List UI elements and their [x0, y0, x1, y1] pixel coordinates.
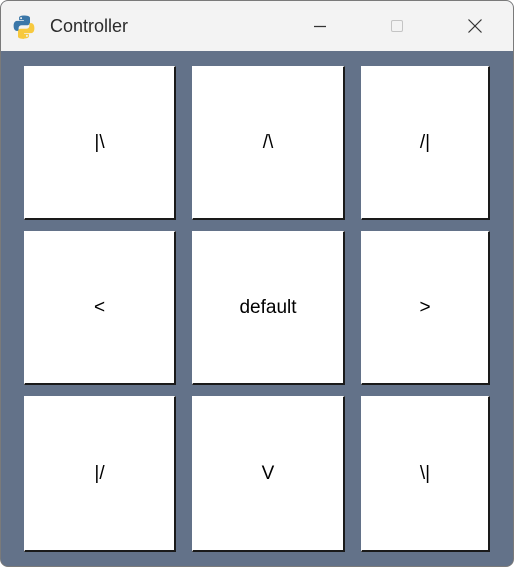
close-button[interactable] [452, 1, 498, 51]
minimize-icon [314, 25, 326, 28]
minimize-button[interactable] [297, 1, 343, 51]
maximize-icon [391, 20, 403, 32]
up-right-button[interactable]: /| [361, 66, 490, 220]
default-button[interactable]: default [192, 231, 345, 385]
up-button[interactable]: /\ [192, 66, 345, 220]
title-bar[interactable]: Controller [1, 1, 513, 51]
down-right-button[interactable]: \| [361, 396, 490, 552]
left-button[interactable]: < [24, 231, 176, 385]
down-button[interactable]: V [192, 396, 345, 552]
maximize-button[interactable] [374, 1, 420, 51]
window-title: Controller [50, 16, 129, 36]
close-icon [468, 19, 482, 33]
down-left-button[interactable]: |/ [24, 396, 176, 552]
up-left-button[interactable]: |\ [24, 66, 176, 220]
right-button[interactable]: > [361, 231, 490, 385]
controller-pad: |\ /\ /| < default > |/ V \| [1, 52, 513, 566]
python-icon [13, 15, 35, 39]
controller-window: Controller |\ /\ /| < default > |/ V \| [0, 0, 514, 567]
